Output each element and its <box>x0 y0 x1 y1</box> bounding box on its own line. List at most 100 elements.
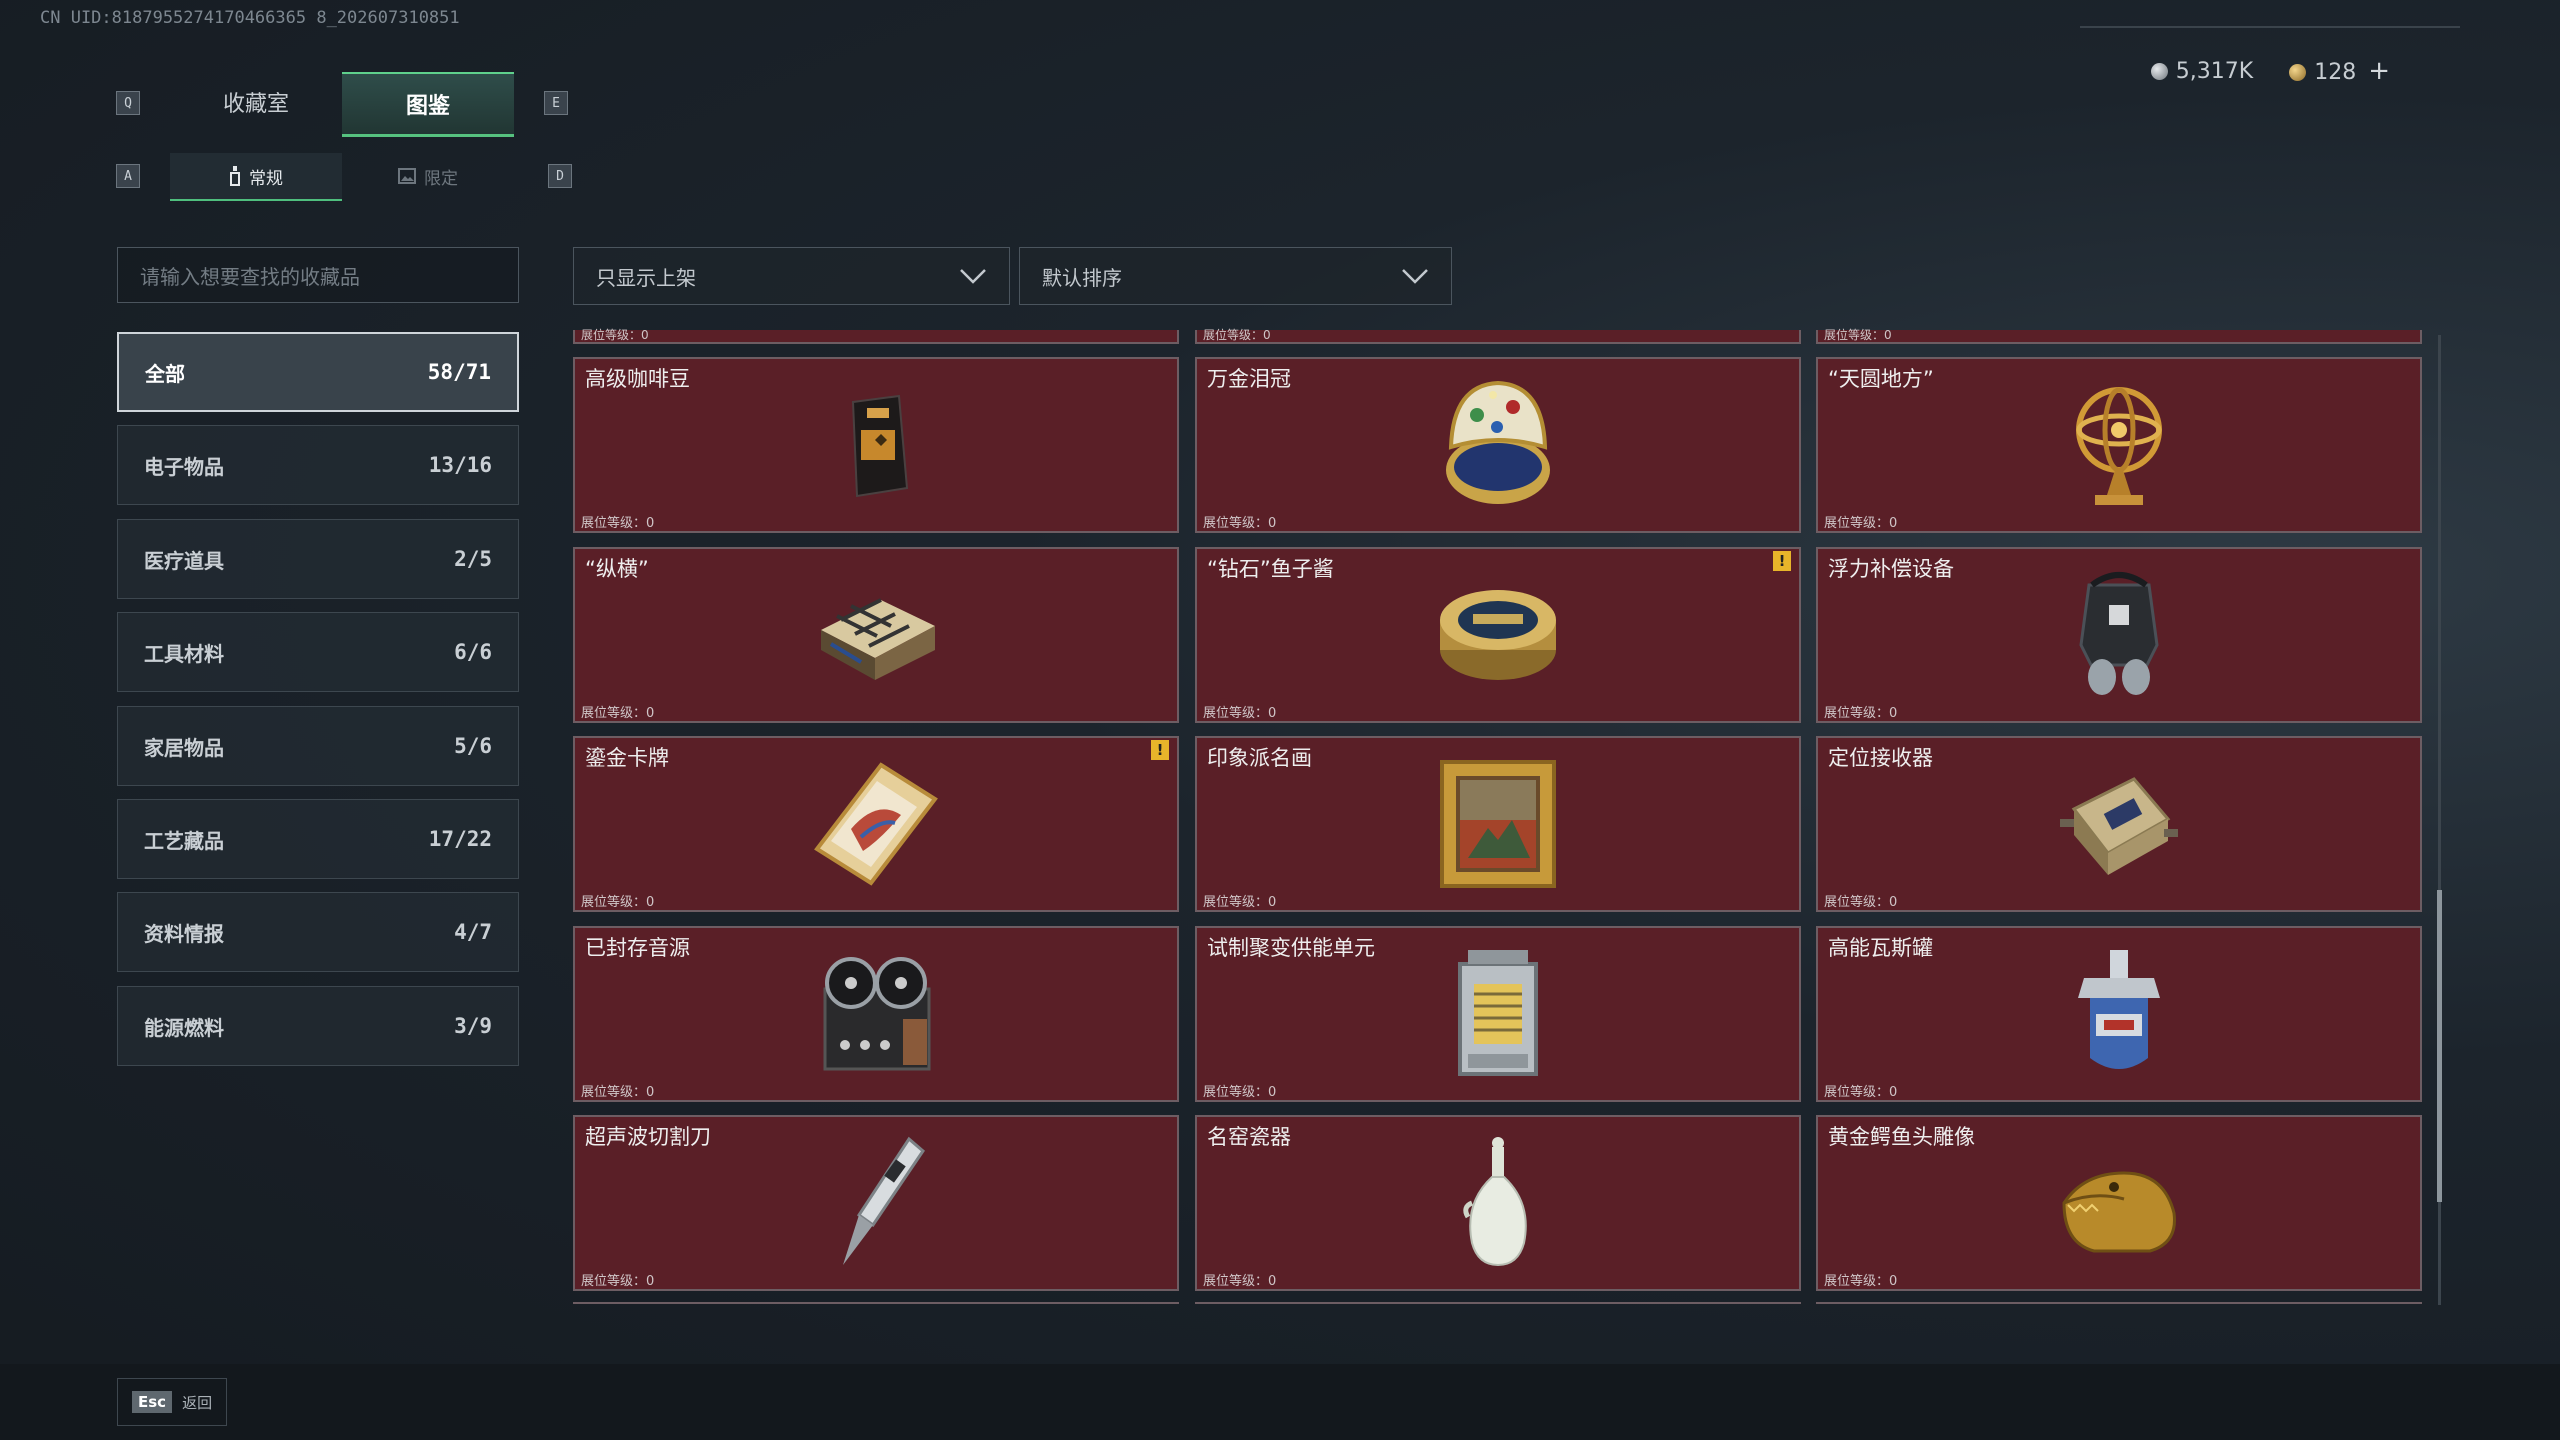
tab-collection-room[interactable]: 收藏室 <box>170 72 342 132</box>
category-count: 3/9 <box>454 1014 492 1038</box>
player-uid: CN UID:8187955274170466365 8_20260731085… <box>40 8 460 28</box>
item-name: 鎏金卡牌 <box>585 746 669 770</box>
shelf-level: 展位等级：0 <box>1824 895 1898 910</box>
jeweled-egg-icon <box>1446 380 1550 504</box>
add-currency-button[interactable]: + <box>2368 56 2390 86</box>
category-tools[interactable]: 工具材料 6/6 <box>117 612 519 692</box>
category-crafts[interactable]: 工艺藏品 17/22 <box>117 799 519 879</box>
framed-painting-icon <box>1440 760 1556 888</box>
subtab-regular[interactable]: 常规 <box>170 153 342 201</box>
collectible-card[interactable]: 高能瓦斯罐 展位等级：0 <box>1816 926 2422 1102</box>
collectible-card[interactable]: 印象派名画 展位等级：0 <box>1195 736 1801 912</box>
key-hint-e: E <box>544 91 568 115</box>
item-name: 已封存音源 <box>585 936 690 960</box>
shelf-level: 展位等级：0 <box>1824 1085 1898 1100</box>
category-count: 6/6 <box>454 640 492 664</box>
partial-card-bottom <box>1816 1302 2422 1310</box>
collectible-card[interactable]: 万金泪冠 展位等级：0 <box>1195 357 1801 533</box>
reel-recorder-icon <box>823 957 931 1071</box>
item-name: “纵横” <box>585 557 649 581</box>
bottle-icon <box>230 166 240 186</box>
category-count: 5/6 <box>454 734 492 758</box>
tab-codex[interactable]: 图鉴 <box>342 72 514 137</box>
sort-dropdown[interactable]: 默认排序 <box>1019 247 1452 305</box>
shelf-level: 展位等级：0 <box>581 516 655 531</box>
category-name: 家居物品 <box>144 735 224 760</box>
category-count: 4/7 <box>454 920 492 944</box>
back-label: 返回 <box>182 1393 213 1412</box>
top-divider <box>2080 26 2460 28</box>
notice-badge: ! <box>1151 740 1169 760</box>
notice-badge: ! <box>1773 551 1791 571</box>
category-name: 能源燃料 <box>144 1015 224 1040</box>
subtab-regular-label: 常规 <box>249 168 283 189</box>
chevron-down-icon <box>960 269 986 284</box>
item-name: 试制聚变供能单元 <box>1207 936 1375 960</box>
category-electronics[interactable]: 电子物品 13/16 <box>117 425 519 505</box>
partial-card-top: 展位等级：0 <box>573 329 1179 344</box>
buoyancy-device-icon <box>2079 572 2159 695</box>
collectible-card[interactable]: 定位接收器 展位等级：0 <box>1816 736 2422 912</box>
back-button[interactable]: Esc 返回 <box>117 1378 227 1426</box>
main-tabs: 收藏室 图鉴 <box>170 72 514 137</box>
gold-coin-icon <box>2289 64 2307 81</box>
item-name: 万金泪冠 <box>1207 367 1291 391</box>
item-name: 超声波切割刀 <box>585 1125 711 1149</box>
sub-tabs: 常规 限定 <box>170 153 514 201</box>
item-name: 高级咖啡豆 <box>585 367 690 391</box>
collectible-card[interactable]: 高级咖啡豆 展位等级：0 <box>573 357 1179 533</box>
subtab-limited-label: 限定 <box>424 168 458 189</box>
collectible-card[interactable]: 浮力补偿设备 展位等级：0 <box>1816 547 2422 723</box>
collectible-card[interactable]: “纵横” 展位等级：0 <box>573 547 1179 723</box>
shelf-level: 展位等级：0 <box>1203 706 1277 721</box>
collectible-card[interactable]: “钻石”鱼子酱 ! 展位等级：0 <box>1195 547 1801 723</box>
shelf-level: 展位等级：0 <box>1203 895 1277 910</box>
key-hint-a: A <box>116 164 140 188</box>
shelf-filter-dropdown[interactable]: 只显示上架 <box>573 247 1010 305</box>
category-name: 工艺藏品 <box>144 828 224 853</box>
category-energy[interactable]: 能源燃料 3/9 <box>117 986 519 1066</box>
gas-canister-icon <box>2078 950 2160 1069</box>
search-input[interactable]: 请输入想要查找的收藏品 <box>117 247 519 303</box>
item-name: 高能瓦斯罐 <box>1828 936 1933 960</box>
gold-crocodile-icon <box>2062 1171 2176 1253</box>
shelf-level: 展位等级：0 <box>1203 1274 1277 1289</box>
shelf-level: 展位等级：0 <box>581 1274 655 1289</box>
category-count: 58/71 <box>427 360 491 384</box>
gold-currency: 128 + <box>2289 56 2390 86</box>
collectible-card[interactable]: 鎏金卡牌 ! 展位等级：0 <box>573 736 1179 912</box>
subtab-limited[interactable]: 限定 <box>342 153 514 199</box>
fusion-unit-icon <box>1458 950 1538 1076</box>
partial-card-bottom <box>1195 1302 1801 1310</box>
silver-coin-icon <box>2150 62 2168 80</box>
gold-amount: 128 <box>2314 60 2357 85</box>
collectible-card[interactable]: 已封存音源 展位等级：0 <box>573 926 1179 1102</box>
item-name: 名窑瓷器 <box>1207 1125 1291 1149</box>
collectible-card[interactable]: “天圆地方” 展位等级：0 <box>1816 357 2422 533</box>
caviar-tin-icon <box>1440 590 1556 680</box>
category-all[interactable]: 全部 58/71 <box>117 332 519 412</box>
shelf-filter-value: 只显示上架 <box>596 265 696 290</box>
ultrasonic-knife-icon <box>843 1136 925 1265</box>
silver-amount: 5,317K <box>2175 58 2254 84</box>
sort-value: 默认排序 <box>1042 265 1122 290</box>
collectible-card[interactable]: 超声波切割刀 展位等级：0 <box>573 1115 1179 1291</box>
silver-currency: 5,317K <box>2150 58 2254 84</box>
category-household[interactable]: 家居物品 5/6 <box>117 706 519 786</box>
collectible-card[interactable]: 试制聚变供能单元 展位等级：0 <box>1195 926 1801 1102</box>
category-name: 电子物品 <box>144 454 224 479</box>
collectible-card[interactable]: 黄金鳄鱼头雕像 展位等级：0 <box>1816 1115 2422 1291</box>
category-intel[interactable]: 资料情报 4/7 <box>117 892 519 972</box>
item-name: 印象派名画 <box>1207 746 1312 770</box>
partial-card-top: 展位等级：0 <box>1195 329 1801 344</box>
footer-bar <box>0 1364 2560 1440</box>
scrollbar-thumb[interactable] <box>2437 890 2442 1202</box>
category-count: 2/5 <box>454 547 492 571</box>
shelf-level: 展位等级：0 <box>1203 1085 1277 1100</box>
category-medical[interactable]: 医疗道具 2/5 <box>117 519 519 599</box>
key-hint-d: D <box>548 164 572 188</box>
shelf-level: 展位等级：0 <box>1824 706 1898 721</box>
item-name: 浮力补偿设备 <box>1828 557 1954 581</box>
item-name: “钻石”鱼子酱 <box>1207 557 1334 581</box>
collectible-card[interactable]: 名窑瓷器 展位等级：0 <box>1195 1115 1801 1291</box>
